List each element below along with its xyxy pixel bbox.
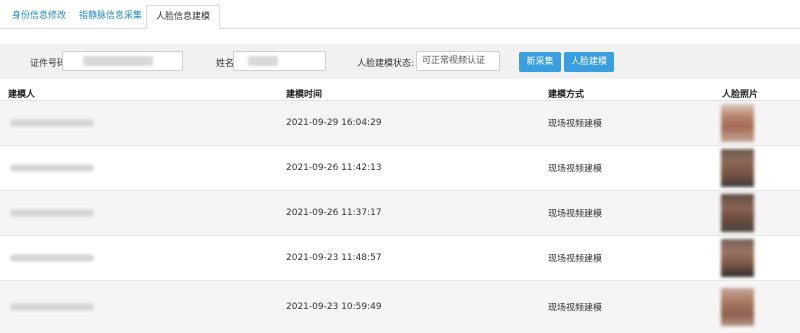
id-number-label: 证件号码	[30, 59, 67, 69]
table-header: 建模人 建模时间 建模方式 人脸照片	[0, 84, 800, 101]
face-photo[interactable]	[721, 104, 754, 142]
row-method: 现场视频建模	[548, 119, 603, 130]
face-photo[interactable]	[721, 149, 754, 187]
table-row[interactable]: 2021-09-23 11:48:57 现场视频建模	[0, 236, 800, 281]
table-row[interactable]: 2021-09-26 11:42:13 现场视频建模	[0, 146, 800, 191]
row-time: 2021-09-26 11:42:13	[286, 163, 382, 173]
redacted-modeler-name	[10, 164, 94, 172]
redacted-modeler-name	[10, 254, 94, 262]
row-method: 现场视频建模	[548, 164, 603, 175]
col-header-time: 建模时间	[286, 90, 323, 100]
row-time: 2021-09-23 10:59:49	[286, 302, 382, 312]
redacted-id	[83, 56, 153, 66]
tab-bar: 身份信息修改 指静脉信息采集 人脸信息建模	[0, 0, 800, 29]
row-method: 现场视频建模	[548, 303, 603, 314]
row-method: 现场视频建模	[548, 254, 603, 265]
tab-vein-collect[interactable]: 指静脉信息采集	[70, 5, 151, 29]
table-row[interactable]: 2021-09-29 16:04:29 现场视频建模	[0, 101, 800, 146]
name-label: 姓名	[216, 59, 235, 69]
new-collect-button[interactable]: 新采集	[519, 52, 561, 72]
redacted-modeler-name	[10, 209, 94, 217]
tab-identity-edit[interactable]: 身份信息修改	[3, 5, 75, 29]
redacted-modeler-name	[10, 119, 94, 127]
row-time: 2021-09-26 11:37:17	[286, 208, 382, 218]
face-model-button[interactable]: 人脸建模	[564, 52, 614, 72]
col-header-modeler: 建模人	[8, 90, 36, 100]
table-row[interactable]: 2021-09-23 10:59:49 现场视频建模	[0, 281, 800, 333]
tab-face-model[interactable]: 人脸信息建模	[146, 5, 221, 29]
id-number-field[interactable]	[62, 51, 183, 71]
filter-bar: 证件号码 姓名 人脸建模状态: 可正常视频认证 新采集 人脸建模	[0, 44, 800, 79]
name-field[interactable]	[233, 51, 326, 71]
face-photo[interactable]	[721, 239, 754, 277]
face-status-field[interactable]: 可正常视频认证	[416, 51, 500, 71]
face-status-label: 人脸建模状态:	[357, 59, 415, 69]
face-photo[interactable]	[721, 194, 754, 232]
table-row[interactable]: 2021-09-26 11:37:17 现场视频建模	[0, 191, 800, 236]
col-header-method: 建模方式	[548, 90, 585, 100]
face-photo[interactable]	[721, 288, 754, 326]
col-header-photo: 人脸照片	[722, 90, 759, 100]
redacted-modeler-name	[10, 303, 94, 311]
row-time: 2021-09-29 16:04:29	[286, 118, 382, 128]
row-method: 现场视频建模	[548, 209, 603, 220]
redacted-name	[248, 56, 278, 66]
row-time: 2021-09-23 11:48:57	[286, 253, 382, 263]
